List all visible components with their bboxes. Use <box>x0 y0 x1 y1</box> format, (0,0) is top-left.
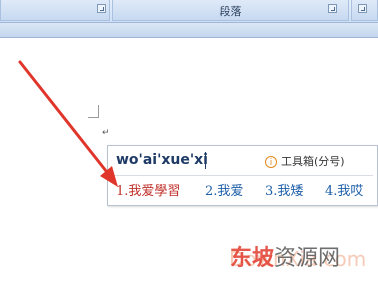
ime-candidate-window: wo'ai'xue'xi i 工具箱(分号) 1.我爱學習 2.我爱 3.我矮 4… <box>107 145 378 206</box>
ime-composition-text: wo'ai'xue'xi <box>116 152 208 168</box>
paragraph-mark: ↵ <box>102 128 110 138</box>
ribbon-group-font <box>0 0 110 21</box>
styles-dialog-launcher-icon[interactable] <box>358 4 367 13</box>
ime-toolbox-button[interactable]: i 工具箱(分号) <box>265 153 345 169</box>
ribbon-group-label: 段落 <box>219 5 242 18</box>
dialog-launcher-icon[interactable] <box>97 4 106 13</box>
ime-candidate-2[interactable]: 2.我爱 <box>205 180 243 199</box>
ime-candidate-4[interactable]: 4.我哎 <box>325 180 363 199</box>
ruler <box>0 23 378 38</box>
divider <box>112 175 373 176</box>
margin-corner-mark <box>88 117 98 118</box>
ribbon: 段落 <box>0 0 378 23</box>
ribbon-group-paragraph: 段落 <box>112 0 349 21</box>
watermark-part1: 东坡 <box>230 246 275 271</box>
ime-toolbox-label: 工具箱(分号) <box>281 155 345 168</box>
watermark-logo: 东坡资源网 <box>230 240 340 272</box>
info-icon: i <box>265 156 277 168</box>
ime-candidate-3[interactable]: 3.我矮 <box>265 180 303 199</box>
paragraph-dialog-launcher-icon[interactable] <box>328 4 337 13</box>
ime-candidate-1[interactable]: 1.我爱學習 <box>116 180 180 199</box>
margin-corner-mark <box>98 105 99 118</box>
text-caret <box>205 152 206 169</box>
watermark-part2: 资源网 <box>274 246 341 271</box>
